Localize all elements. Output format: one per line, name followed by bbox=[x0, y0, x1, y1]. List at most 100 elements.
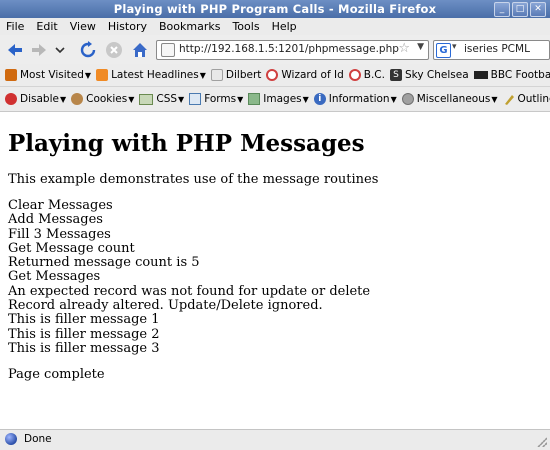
outline-icon bbox=[504, 95, 514, 105]
chevron-down-icon: ▼ bbox=[491, 94, 498, 104]
chevron-down-icon: ▼ bbox=[84, 70, 92, 80]
dev-menu-outline[interactable]: Outline bbox=[503, 93, 550, 105]
chevron-down-icon bbox=[55, 47, 65, 54]
chevron-down-icon: ▼ bbox=[302, 94, 309, 104]
forward-arrow-icon bbox=[32, 44, 46, 56]
wizard-icon bbox=[266, 69, 279, 81]
chevron-down-icon: ▼ bbox=[178, 94, 185, 104]
menu-file[interactable]: File bbox=[0, 20, 30, 33]
menu-view[interactable]: View bbox=[64, 20, 102, 33]
log-line: Add Messages bbox=[8, 212, 103, 228]
chevron-down-icon: ▼ bbox=[128, 94, 135, 104]
close-button[interactable]: ✕ bbox=[530, 2, 546, 17]
dev-menu-label: Miscellaneous bbox=[416, 93, 491, 105]
stop-button[interactable] bbox=[103, 40, 125, 60]
bookmark-bc[interactable]: B.C. bbox=[348, 69, 385, 81]
log-line: Returned message count is 5 bbox=[8, 255, 200, 271]
resize-grip-icon[interactable] bbox=[537, 437, 547, 447]
bookmark-sky-chelsea[interactable]: S Sky Chelsea bbox=[389, 69, 469, 81]
forms-icon bbox=[189, 93, 202, 105]
back-button[interactable] bbox=[4, 40, 26, 60]
home-button[interactable] bbox=[129, 40, 151, 60]
intro-text: This example demonstrates use of the mes… bbox=[8, 172, 379, 187]
bookmark-wizard-of-id[interactable]: Wizard of Id bbox=[266, 69, 344, 81]
log-line: Fill 3 Messages bbox=[8, 226, 111, 242]
history-dropdown[interactable] bbox=[53, 40, 67, 60]
dev-menu-label: Information bbox=[328, 93, 390, 105]
bookmark-label: Wizard of Id bbox=[281, 69, 344, 81]
status-bar: Done bbox=[0, 429, 550, 450]
dev-menu-label: Images bbox=[263, 93, 302, 105]
dilbert-icon bbox=[210, 69, 223, 81]
log-line: An expected record was not found for upd… bbox=[8, 283, 371, 299]
information-icon: i bbox=[313, 93, 326, 105]
dev-menu-css[interactable]: CSS ▼ bbox=[139, 93, 184, 105]
search-engine-dropdown-icon[interactable]: ▾ bbox=[452, 42, 457, 52]
bookmark-bbc-football[interactable]: BBC Football bbox=[473, 69, 550, 81]
window-titlebar: Playing with PHP Program Calls - Mozilla… bbox=[0, 0, 550, 18]
reload-button[interactable] bbox=[77, 40, 99, 60]
disable-icon bbox=[5, 93, 17, 105]
chevron-down-icon: ▼ bbox=[390, 94, 397, 104]
dev-menu-miscellaneous[interactable]: Miscellaneous ▼ bbox=[401, 93, 498, 105]
dev-menu-cookies[interactable]: Cookies ▼ bbox=[71, 93, 134, 105]
url-dropdown-icon[interactable]: ▼ bbox=[417, 42, 424, 52]
dev-menu-label: Cookies bbox=[86, 93, 128, 105]
back-arrow-icon bbox=[8, 44, 22, 56]
menu-help[interactable]: Help bbox=[266, 20, 303, 33]
log-line: This is filler message 1 bbox=[8, 312, 160, 328]
bbc-icon bbox=[473, 71, 488, 79]
search-box[interactable]: G ▾ iseries PCML bbox=[433, 40, 550, 60]
dev-menu-forms[interactable]: Forms ▼ bbox=[189, 93, 243, 105]
google-icon[interactable]: G bbox=[436, 43, 451, 58]
menu-tools[interactable]: Tools bbox=[226, 20, 265, 33]
bookmark-label: Most Visited bbox=[20, 69, 84, 81]
home-icon bbox=[133, 43, 147, 57]
rss-icon bbox=[96, 69, 109, 81]
bookmark-latest-headlines[interactable]: Latest Headlines ▼ bbox=[96, 69, 206, 81]
images-icon bbox=[248, 93, 261, 105]
stop-icon bbox=[106, 42, 122, 58]
css-icon bbox=[139, 93, 154, 105]
dev-menu-label: Forms bbox=[204, 93, 237, 105]
status-text: Done bbox=[24, 433, 52, 445]
developer-toolbar: Disable ▼ Cookies ▼ CSS ▼ Forms ▼ Images ▼ i … bbox=[0, 87, 550, 112]
dev-menu-disable[interactable]: Disable ▼ bbox=[5, 93, 66, 105]
dev-menu-label: CSS bbox=[156, 93, 178, 105]
dev-menu-label: Outline bbox=[517, 93, 550, 105]
navigation-toolbar: http://192.168.1.5:1201/phpmessage.php ☆… bbox=[0, 35, 550, 65]
message-log: Clear Messages Add Messages Fill 3 Messa… bbox=[8, 198, 371, 356]
miscellaneous-icon bbox=[401, 93, 414, 105]
reload-icon bbox=[80, 41, 96, 58]
forward-button[interactable] bbox=[28, 40, 50, 60]
bookmark-most-visited[interactable]: Most Visited ▼ bbox=[5, 69, 91, 81]
page-content: Playing with PHP Messages This example d… bbox=[0, 112, 550, 429]
menu-bookmarks[interactable]: Bookmarks bbox=[153, 20, 226, 33]
bookmark-dilbert[interactable]: Dilbert bbox=[210, 69, 261, 81]
log-line: This is filler message 2 bbox=[8, 326, 160, 342]
maximize-button[interactable]: □ bbox=[512, 2, 528, 17]
dev-menu-images[interactable]: Images ▼ bbox=[248, 93, 309, 105]
menu-bar: File Edit View History Bookmarks Tools H… bbox=[0, 18, 550, 35]
log-line: This is filler message 3 bbox=[8, 340, 160, 356]
log-line: Get Message count bbox=[8, 240, 135, 256]
menu-edit[interactable]: Edit bbox=[30, 20, 63, 33]
chevron-down-icon: ▼ bbox=[59, 94, 67, 104]
minimize-button[interactable]: _ bbox=[494, 2, 510, 17]
dev-menu-information[interactable]: i Information ▼ bbox=[313, 93, 397, 105]
address-bar[interactable]: http://192.168.1.5:1201/phpmessage.php ☆… bbox=[156, 40, 429, 60]
window-controls: _ □ ✕ bbox=[494, 2, 546, 17]
bc-icon bbox=[348, 69, 361, 81]
bookmark-label: Sky Chelsea bbox=[404, 69, 469, 81]
sky-icon: S bbox=[389, 69, 402, 81]
log-line: Clear Messages bbox=[8, 198, 113, 213]
chevron-down-icon: ▼ bbox=[237, 94, 244, 104]
bookmark-label: BBC Football bbox=[490, 69, 550, 81]
search-input[interactable]: iseries PCML bbox=[464, 43, 530, 55]
menu-history[interactable]: History bbox=[102, 20, 153, 33]
bookmarks-toolbar: Most Visited ▼ Latest Headlines ▼ Dilbert … bbox=[0, 64, 550, 87]
dev-menu-label: Disable bbox=[20, 93, 59, 105]
page-icon bbox=[161, 43, 175, 57]
url-text: http://192.168.1.5:1201/phpmessage.php bbox=[179, 43, 399, 55]
bookmark-star-icon[interactable]: ☆ bbox=[398, 41, 410, 56]
